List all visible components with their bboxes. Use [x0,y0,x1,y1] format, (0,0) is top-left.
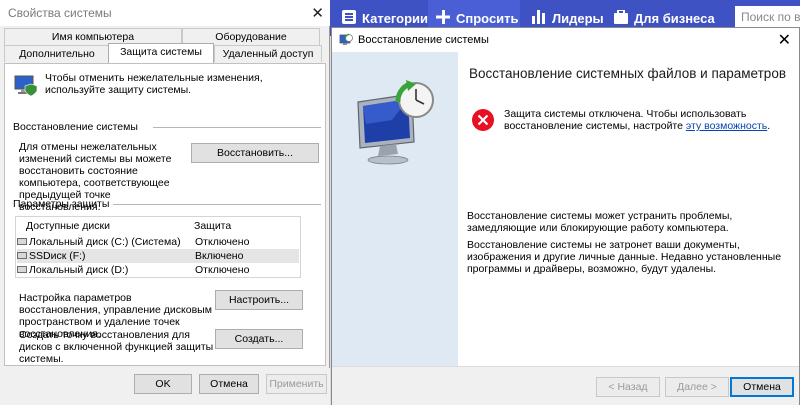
system-properties-window: Свойства системы ✕ Имя компьютера Оборуд… [0,0,330,405]
drives-list[interactable]: Доступные диски Защита Локальный диск (C… [15,216,301,278]
restore-title: Восстановление системы [358,34,489,46]
restore-info-2: Восстановление системы не затронет ваши … [467,239,782,275]
restore-sidebar [332,52,458,366]
create-button[interactable]: Создать... [215,329,303,349]
close-icon[interactable]: ✕ [778,30,791,50]
tab-remote[interactable]: Удаленный доступ [214,45,322,62]
col-protection: Защита [194,220,232,232]
system-protection-panel: Чтобы отменить нежелательные изменения, … [4,63,326,366]
table-row[interactable]: Локальный диск (C:) (Система) Отключено [17,235,299,249]
nav-leaders-label: Лидеры [552,10,604,26]
cancel-button[interactable]: Отмена [199,374,259,394]
computer-shield-icon [13,74,39,101]
section-divider [153,127,321,128]
section-divider [113,204,321,205]
error-icon [471,108,495,135]
restore-footer: < Назад Далее > Отмена [332,366,799,405]
bar-chart-icon [532,9,546,27]
drive-protection: Включено [195,250,244,262]
ok-button[interactable]: OK [134,374,192,394]
drive-name: SSDиск (F:) [29,250,86,262]
create-description: Создать точку восстановления для дисков … [19,329,214,365]
drive-name: Локальный диск (C:) (Система) [29,236,181,248]
system-restore-window: Восстановление системы ✕ Восстановление … [331,27,800,405]
back-button[interactable]: < Назад [596,377,660,397]
drive-icon [17,266,27,273]
warning-text-end: . [767,120,771,132]
params-section-title: Параметры защиты [13,198,110,210]
table-row[interactable]: SSDиск (F:) Включено [17,249,299,263]
restore-app-icon [339,33,353,50]
next-button[interactable]: Далее > [665,377,729,397]
drive-name: Локальный диск (D:) [29,264,129,276]
cancel-button[interactable]: Отмена [730,377,794,397]
close-icon[interactable]: ✕ [311,4,324,22]
apply-button[interactable]: Применить [266,374,327,394]
restore-titlebar: Восстановление системы ✕ [332,28,799,52]
nav-categories-label: Категории [362,10,429,26]
drive-protection: Отключено [195,236,250,248]
drive-protection: Отключено [195,264,250,276]
protection-intro: Чтобы отменить нежелательные изменения, … [45,72,263,96]
configure-button[interactable]: Настроить... [215,290,303,310]
nav-ask-label: Спросить [456,10,519,26]
nav-business-label: Для бизнеса [634,10,715,26]
drive-icon [17,252,27,259]
table-row[interactable]: Локальный диск (D:) Отключено [17,263,299,277]
sysprops-footer: OK Отмена Применить [0,368,330,405]
tab-system-protection[interactable]: Защита системы [108,43,214,63]
briefcase-icon [614,8,628,27]
protection-disabled-message: Защита системы отключена. Чтобы использо… [504,108,789,132]
restore-heading: Восстановление системных файлов и параме… [469,66,786,81]
col-drives: Доступные диски [26,220,110,232]
plus-icon [436,9,450,27]
sysprops-title: Свойства системы [8,6,112,20]
tab-advanced[interactable]: Дополнительно [4,45,110,62]
configure-link[interactable]: эту возможность [686,120,767,132]
drive-icon [17,238,27,245]
restore-button[interactable]: Восстановить... [191,143,319,163]
restore-monitor-icon [352,80,444,173]
grid-icon [342,9,356,27]
restore-info-1: Восстановление системы может устранить п… [467,210,733,234]
sysprops-titlebar: Свойства системы ✕ [0,0,330,26]
restore-section-title: Восстановление системы [13,121,138,133]
